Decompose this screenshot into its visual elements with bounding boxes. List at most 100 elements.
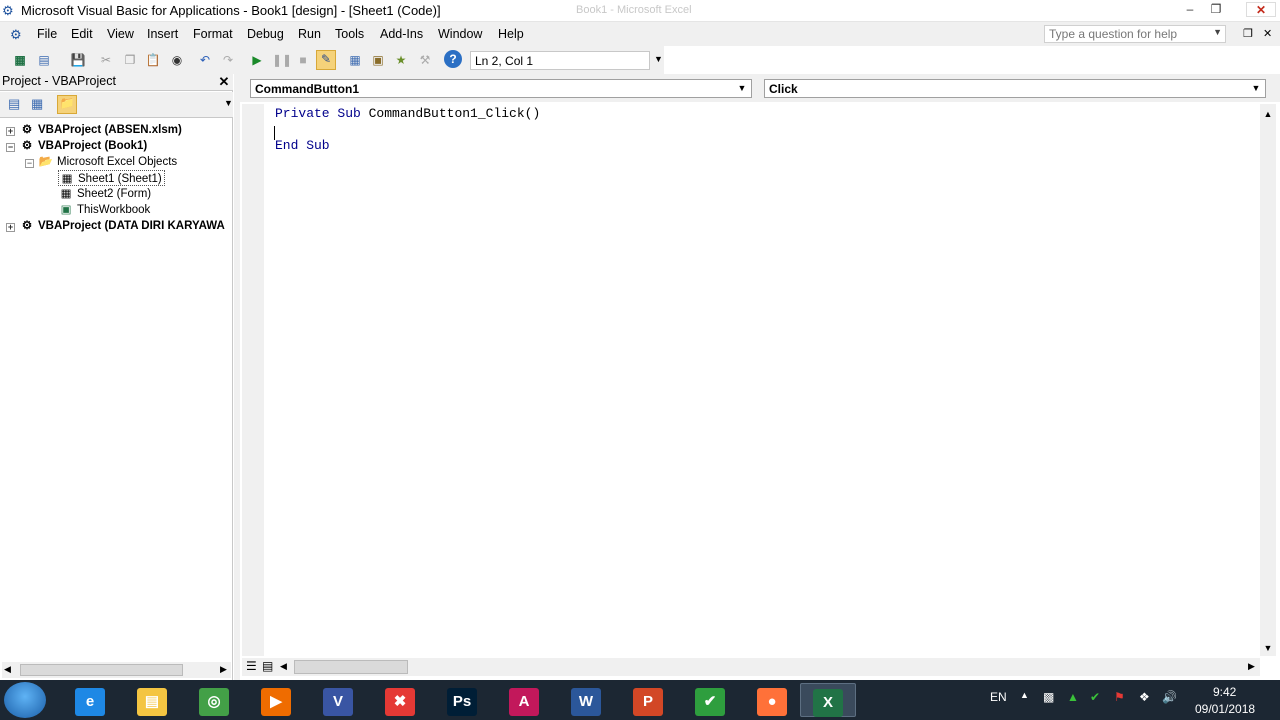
paste-icon[interactable]: 📋 xyxy=(145,52,161,68)
tree-item-thisworkbook[interactable]: ▣ ThisWorkbook xyxy=(58,202,151,218)
properties-window-icon[interactable]: ▣ xyxy=(370,52,386,68)
scroll-down-icon[interactable]: ▼ xyxy=(1260,640,1276,656)
project-close-button[interactable]: ✕ xyxy=(217,74,231,89)
find-icon[interactable]: ◉ xyxy=(169,52,185,68)
menu-tools[interactable]: Tools xyxy=(335,27,364,41)
vba-menu-icon[interactable]: ⚙ xyxy=(10,27,22,43)
excel-view-icon[interactable]: ▦ xyxy=(12,52,28,68)
menu-add-ins[interactable]: Add-Ins xyxy=(380,27,423,41)
taskbar-app-photoshop[interactable]: Ps xyxy=(434,683,490,717)
tree-item-absen[interactable]: + ⚙ VBAProject (ABSEN.xlsm) xyxy=(6,122,182,138)
flag-icon[interactable]: ⚑ xyxy=(1114,690,1125,704)
code-editor[interactable]: Private Sub CommandButton1_Click() End S… xyxy=(242,104,1260,656)
copy-icon[interactable]: ❐ xyxy=(122,52,138,68)
pane-options-icon[interactable]: ▼ xyxy=(224,98,233,108)
menu-insert[interactable]: Insert xyxy=(147,27,178,41)
project-explorer-icon[interactable]: ▦ xyxy=(347,52,363,68)
toggle-folders-icon[interactable]: 📁 xyxy=(57,95,77,114)
tree-item-excel-objects[interactable]: − 📂 Microsoft Excel Objects xyxy=(25,154,177,170)
project-horizontal-scrollbar[interactable]: ◀ ▶ xyxy=(2,662,231,678)
chevron-down-icon[interactable]: ▼ xyxy=(735,82,749,95)
minimize-button[interactable]: – xyxy=(1178,2,1202,17)
full-module-view-icon[interactable]: ▤ xyxy=(262,659,273,673)
taskbar-app-file-explorer[interactable]: ▤ xyxy=(124,683,180,717)
volume-icon[interactable]: 🔊 xyxy=(1162,690,1177,704)
code-line-3[interactable]: End Sub xyxy=(275,138,330,153)
save-icon[interactable]: 💾 xyxy=(70,52,86,68)
visio-icon: V xyxy=(323,688,353,716)
taskbar-app-firefox[interactable]: ● xyxy=(744,683,800,717)
procedure-combo[interactable]: Click ▼ xyxy=(764,79,1266,98)
network-icon[interactable]: ▩ xyxy=(1043,690,1054,704)
help-icon[interactable]: ? xyxy=(444,50,462,68)
taskbar-app-visio[interactable]: V xyxy=(310,683,366,717)
design-mode-icon[interactable]: ✎ xyxy=(316,50,336,70)
scroll-left-icon[interactable]: ◀ xyxy=(280,661,287,672)
taskbar-app-internet-explorer[interactable]: e xyxy=(62,683,118,717)
taskbar-app-camtasia[interactable]: ✔ xyxy=(682,683,738,717)
dropbox-icon[interactable]: ❖ xyxy=(1139,690,1150,704)
procedure-view-icon[interactable]: ☰ xyxy=(246,659,257,673)
menu-file[interactable]: File xyxy=(37,27,57,41)
tree-item-sheet2[interactable]: ▦ Sheet2 (Form) xyxy=(58,186,152,202)
clock-time[interactable]: 9:42 xyxy=(1213,685,1236,699)
expand-icon[interactable]: + xyxy=(6,127,15,136)
view-code-icon[interactable]: ▤ xyxy=(8,96,20,112)
help-search-input[interactable]: Type a question for help ▼ xyxy=(1044,25,1226,43)
menu-window[interactable]: Window xyxy=(438,27,482,41)
scroll-up-icon[interactable]: ▲ xyxy=(1260,106,1276,122)
taskbar-app-word[interactable]: W xyxy=(558,683,614,717)
inner-restore-button[interactable]: ❐ xyxy=(1243,27,1253,40)
object-combo[interactable]: CommandButton1 ▼ xyxy=(250,79,752,98)
show-hidden-icons-icon[interactable]: ▲ xyxy=(1020,690,1029,700)
check-icon[interactable]: ✔ xyxy=(1090,690,1100,704)
reset-icon[interactable]: ■ xyxy=(295,52,311,68)
insert-userform-icon[interactable]: ▤ xyxy=(36,52,52,68)
menu-view[interactable]: View xyxy=(107,27,134,41)
break-icon[interactable]: ❚❚ xyxy=(272,52,292,68)
menu-edit[interactable]: Edit xyxy=(71,27,93,41)
scroll-thumb[interactable] xyxy=(20,664,183,676)
clock-date[interactable]: 09/01/2018 xyxy=(1195,702,1255,716)
cut-icon[interactable]: ✂ xyxy=(98,52,114,68)
restore-button[interactable]: ❐ xyxy=(1204,2,1228,17)
inner-close-button[interactable]: ✕ xyxy=(1263,27,1272,40)
scroll-right-icon[interactable]: ▶ xyxy=(220,664,227,675)
run-icon[interactable]: ▶ xyxy=(249,52,265,68)
chevron-down-icon[interactable]: ▼ xyxy=(1249,82,1263,95)
language-indicator[interactable]: EN xyxy=(990,690,1007,704)
tree-item-sheet1[interactable]: ▦ Sheet1 (Sheet1) xyxy=(58,170,165,186)
menu-format[interactable]: Format xyxy=(193,27,233,41)
chevron-down-icon[interactable]: ▼ xyxy=(1213,27,1222,37)
scroll-thumb[interactable] xyxy=(294,660,408,674)
menu-run[interactable]: Run xyxy=(298,27,321,41)
code-vertical-scrollbar[interactable]: ▲ ▼ xyxy=(1260,104,1276,656)
drive-icon[interactable]: ▲ xyxy=(1067,690,1079,704)
toolbar-options-icon[interactable]: ▼ xyxy=(654,54,663,64)
start-button[interactable] xyxy=(4,682,46,718)
code-line-1[interactable]: Private Sub CommandButton1_Click() xyxy=(275,106,540,121)
taskbar-app-green-app[interactable]: ◎ xyxy=(186,683,242,717)
taskbar-app-powerpoint[interactable]: P xyxy=(620,683,676,717)
collapse-icon[interactable]: − xyxy=(6,143,15,152)
menu-help[interactable]: Help xyxy=(498,27,524,41)
collapse-icon[interactable]: − xyxy=(25,159,34,168)
tree-item-book1[interactable]: − ⚙ VBAProject (Book1) xyxy=(6,138,147,154)
toolbox-icon[interactable]: ⚒ xyxy=(417,52,433,68)
taskbar-app-excel[interactable]: X xyxy=(800,683,856,717)
undo-icon[interactable]: ↶ xyxy=(197,52,213,68)
object-browser-icon[interactable]: ★ xyxy=(393,52,409,68)
view-object-icon[interactable]: ▦ xyxy=(31,96,43,112)
redo-icon[interactable]: ↷ xyxy=(220,52,236,68)
taskbar-app-red-app[interactable]: ✖ xyxy=(372,683,428,717)
taskbar-app-access[interactable]: A xyxy=(496,683,552,717)
scroll-right-icon[interactable]: ▶ xyxy=(1248,661,1255,672)
taskbar-app-media-player[interactable]: ▶ xyxy=(248,683,304,717)
pane-splitter[interactable] xyxy=(234,74,240,680)
menu-debug[interactable]: Debug xyxy=(247,27,284,41)
expand-icon[interactable]: + xyxy=(6,223,15,232)
firefox-icon: ● xyxy=(757,688,787,716)
scroll-left-icon[interactable]: ◀ xyxy=(4,664,11,675)
close-button[interactable]: ✕ xyxy=(1246,2,1276,17)
tree-item-data-diri[interactable]: + ⚙ VBAProject (DATA DIRI KARYAWA xyxy=(6,218,232,234)
